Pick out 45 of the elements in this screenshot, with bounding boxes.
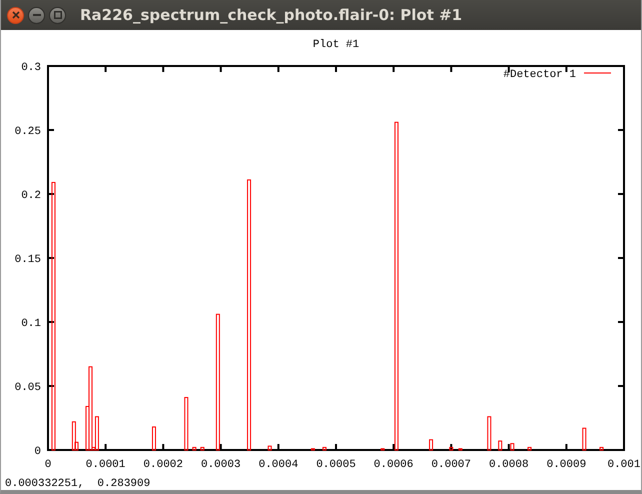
axis-tick-label: 0.0007 xyxy=(431,459,471,470)
chart-title: Plot #1 xyxy=(312,39,360,51)
bar xyxy=(310,448,315,450)
cursor-coordinates: 0.000332251, 0.283909 xyxy=(5,478,150,490)
maximize-icon xyxy=(54,11,62,19)
bar xyxy=(380,448,385,450)
axis-tick-label: 0 xyxy=(34,446,41,458)
axis-tick-label: 0.1 xyxy=(21,318,41,330)
bar xyxy=(192,446,196,450)
axis-tick-label: 0.3 xyxy=(21,62,41,74)
axis-tick-label: 0.0004 xyxy=(258,459,298,470)
bar xyxy=(152,426,156,450)
bar xyxy=(600,446,604,450)
axis-tick-label: 0.0006 xyxy=(374,459,414,470)
maximize-button[interactable] xyxy=(49,6,66,24)
bar xyxy=(322,446,326,450)
close-icon xyxy=(12,11,20,19)
axis-tick-label: 0.0008 xyxy=(489,459,529,470)
minimize-button[interactable] xyxy=(28,6,45,24)
axis-tick-label: 0.0003 xyxy=(201,459,241,470)
bar xyxy=(184,397,188,450)
axis-tick-label: 0 xyxy=(44,459,52,470)
axis-tick-label: 0.2 xyxy=(21,190,41,202)
bar xyxy=(458,448,462,450)
close-button[interactable] xyxy=(7,6,24,24)
bar xyxy=(268,446,272,450)
window-title: Ra226_spectrum_check_photo.flair-0: Plot #1 xyxy=(80,6,462,24)
bar xyxy=(200,446,204,450)
bar xyxy=(429,439,434,450)
axis-tick-label: 0.001 xyxy=(608,459,640,470)
bar xyxy=(528,446,532,450)
minimize-icon xyxy=(32,14,40,16)
bar xyxy=(487,416,492,450)
bar xyxy=(582,428,586,450)
axis-tick-label: 0.15 xyxy=(14,254,41,266)
axis-tick-label: 0.0002 xyxy=(143,459,183,470)
bar xyxy=(449,446,454,450)
axis-tick-label: 0.0009 xyxy=(546,459,586,470)
axis-tick-label: 0.0001 xyxy=(86,459,126,470)
axis-tick-label: 0.05 xyxy=(14,382,41,394)
bar xyxy=(510,443,514,450)
bar xyxy=(498,440,502,450)
axis-tick-label: 0.0005 xyxy=(316,459,356,470)
legend-label: #Detector 1 xyxy=(503,69,576,81)
axis-tick-label: 0.25 xyxy=(14,126,41,138)
